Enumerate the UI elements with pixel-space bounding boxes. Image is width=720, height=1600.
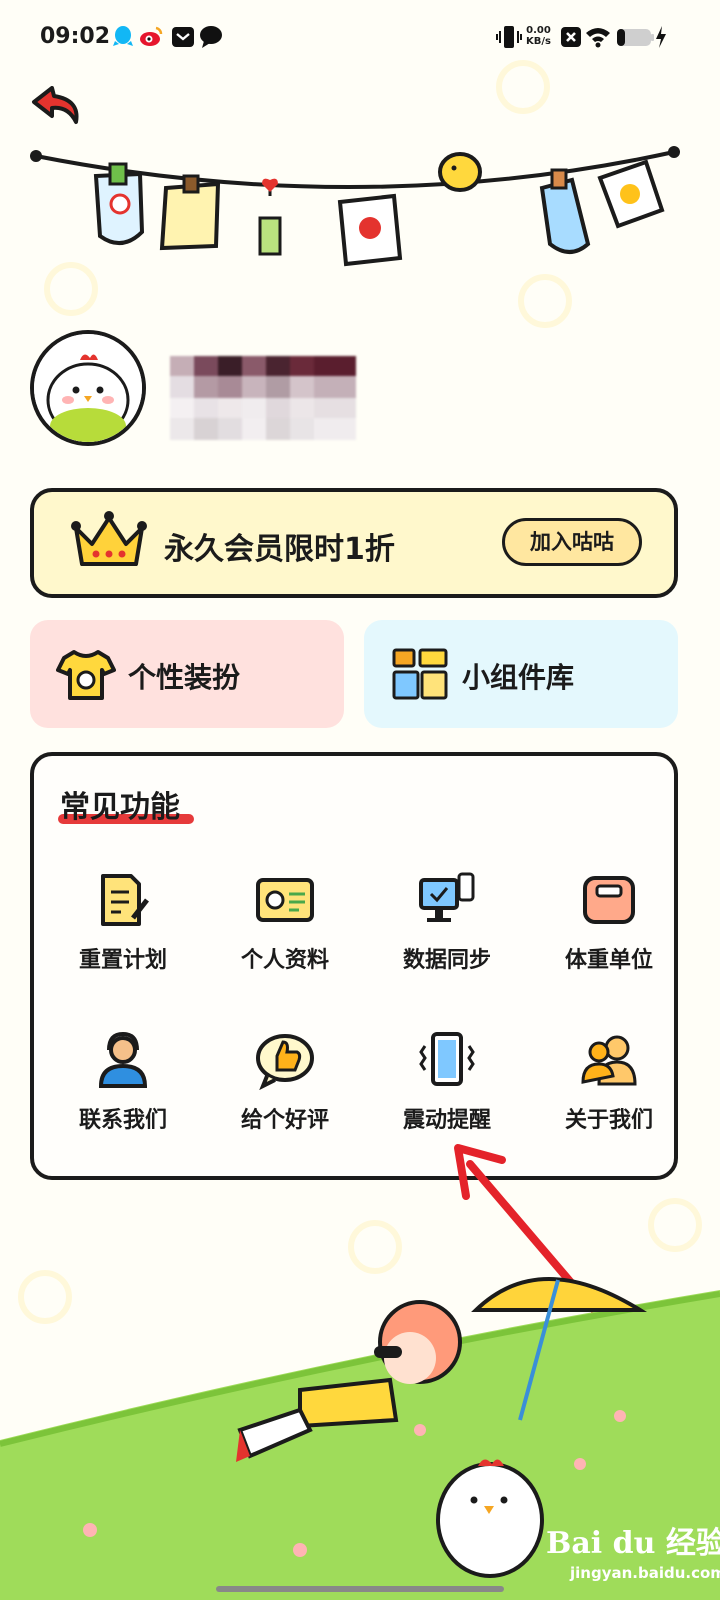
profile-card-icon [256,878,314,922]
chicken-avatar-icon [34,334,142,442]
watermark-brand: Bai du 经验 [546,1526,720,1561]
thumbs-up-icon [256,1034,314,1090]
vibrate-icon [496,26,522,48]
avatar[interactable] [30,330,146,446]
chat-bubble-icon [200,26,222,48]
join-vip-button[interactable]: 加入咕咕 [502,518,642,566]
wifi-icon [586,28,610,48]
widget-library-icon [392,648,448,700]
close-box-icon [561,27,581,47]
contact-us-label: 联系我们 [78,1108,167,1133]
common-functions-title: 常见功能 [60,790,180,825]
status-bar: 09:02 0.00 KB/s [0,0,720,76]
net-speed: 0.00 KB/s [526,25,551,47]
crown-icon [71,511,147,566]
contact-us-item[interactable]: 联系我们 [42,1030,204,1140]
customer-service-icon [98,1031,148,1088]
weight-unit-label: 体重单位 [564,948,653,973]
personal-dress-up-tile[interactable]: 个性装扮 [30,620,344,728]
status-time: 09:02 [40,24,111,49]
profile-label: 个人资料 [240,948,329,973]
common-functions-card: 常见功能 重置计划 个人资料 数据同步 体重单位 联系我们 给个好评 震动提醒 … [30,752,678,1180]
reset-plan-icon [101,874,149,926]
reset-plan-label: 重置计划 [78,948,167,973]
battery-icon [617,29,654,46]
widget-library-tile[interactable]: 小组件库 [364,620,678,728]
data-sync-label: 数据同步 [402,948,491,973]
weight-unit-item[interactable]: 体重单位 [528,870,690,980]
data-sync-item[interactable]: 数据同步 [366,870,528,980]
profile-item[interactable]: 个人资料 [204,870,366,980]
watermark-url: jingyan.baidu.com [570,1564,720,1582]
weibo-icon [140,26,163,46]
tshirt-icon [56,650,116,700]
blurred-username [170,356,356,440]
scale-icon [583,876,635,924]
message-icon [172,27,194,47]
about-us-icon [581,1035,637,1086]
baidu-jingyan-watermark: Bai du 经验 jingyan.baidu.com [546,1518,720,1582]
back-button[interactable] [28,80,88,130]
net-speed-value: 0.00 [526,25,551,36]
reset-plan-item[interactable]: 重置计划 [42,870,204,980]
net-speed-unit: KB/s [526,36,551,47]
qq-icon [113,26,133,46]
vibration-icon [419,1032,475,1086]
clothesline-decoration [30,146,680,267]
sync-icon [419,872,475,922]
vip-banner[interactable]: 永久会员限时1折 加入咕咕 [30,488,678,598]
vip-title: 永久会员限时1折 [164,532,395,567]
charging-icon [656,26,666,48]
give-rating-label: 给个好评 [240,1108,329,1133]
home-indicator[interactable] [216,1586,504,1592]
widget-library-label: 小组件库 [462,661,575,694]
give-rating-item[interactable]: 给个好评 [204,1030,366,1140]
personal-dress-up-label: 个性装扮 [128,661,241,694]
